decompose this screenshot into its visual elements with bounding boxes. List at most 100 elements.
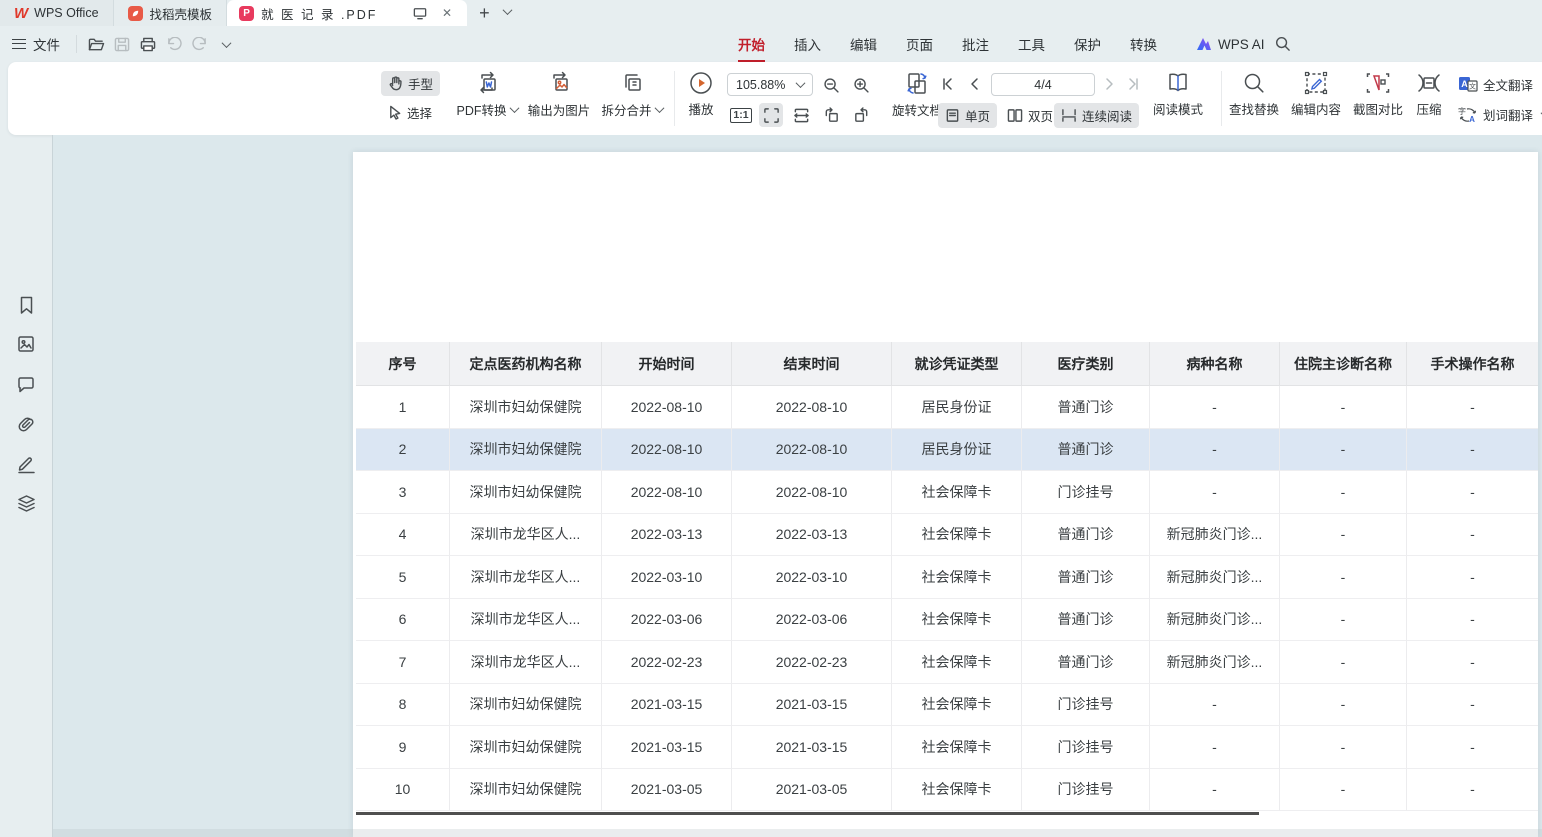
undo-button[interactable] [161, 31, 187, 57]
next-page-button[interactable] [1099, 73, 1121, 95]
play-label: 播放 [688, 99, 713, 118]
table-row: 4 深圳市龙华区人... 2022-03-13 2022-03-13 社会保障卡… [356, 514, 1538, 557]
layers-panel-icon[interactable] [13, 490, 39, 516]
open-file-button[interactable] [83, 31, 109, 57]
tab-wps-home[interactable]: W WPS Office [0, 0, 114, 26]
table-header-row: 序号 定点医药机构名称 开始时间 结束时间 就诊凭证类型 医疗类别 病种名称 住… [356, 342, 1538, 386]
tab-edit[interactable]: 编辑 [850, 27, 877, 62]
tab-protect[interactable]: 保护 [1074, 27, 1101, 62]
table-cell: 社会保障卡 [892, 471, 1022, 514]
pdf-convert-button[interactable]: PDF转换 [451, 71, 523, 119]
document-canvas[interactable]: 序号 定点医药机构名称 开始时间 结束时间 就诊凭证类型 医疗类别 病种名称 住… [52, 135, 1542, 837]
wps-ai-button[interactable]: WPS AI [1196, 37, 1265, 52]
table-cell: - [1407, 429, 1538, 472]
tab-tools[interactable]: 工具 [1018, 27, 1045, 62]
word-translate-button[interactable]: 字A 划词翻译 [1458, 105, 1542, 124]
screenshot-compare-label: 截图对比 [1353, 99, 1403, 118]
table-cell: 深圳市妇幼保健院 [450, 471, 602, 514]
find-replace-button[interactable]: 查找替换 [1224, 71, 1284, 118]
edit-content-button[interactable]: 编辑内容 [1286, 71, 1346, 118]
file-menu-button[interactable]: 文件 [0, 34, 70, 54]
pdf-convert-label: PDF转换 [456, 100, 506, 119]
read-mode-button[interactable]: 阅读模式 [1146, 71, 1210, 118]
edit-content-icon [1303, 71, 1329, 95]
redo-button[interactable] [187, 31, 213, 57]
first-page-button[interactable] [936, 73, 958, 95]
zoom-in-button[interactable] [849, 73, 873, 97]
fit-page-button[interactable] [759, 103, 783, 127]
signature-panel-icon[interactable] [13, 451, 39, 477]
rotate-left-button[interactable] [819, 103, 843, 127]
thumbnails-panel-icon[interactable] [13, 331, 39, 357]
tab-document-active[interactable]: P 就 医 记 录 .PDF ✕ [227, 0, 467, 26]
save-button[interactable] [109, 31, 135, 57]
zoom-out-button[interactable] [819, 73, 843, 97]
play-slideshow-button[interactable]: 播放 [676, 71, 726, 118]
tab-comment[interactable]: 批注 [962, 27, 989, 62]
tab-label: WPS Office [34, 6, 98, 20]
table-cell: - [1280, 556, 1407, 599]
export-as-image-button[interactable]: 输出为图片 [523, 71, 595, 119]
table-cell: 10 [356, 769, 450, 812]
split-merge-icon [619, 71, 645, 96]
full-text-translate-button[interactable]: A文 全文翻译 [1458, 75, 1533, 94]
compress-icon [1416, 71, 1442, 95]
table-cell: 门诊挂号 [1022, 471, 1150, 514]
table-cell: - [1407, 556, 1538, 599]
table-cell: 2022-03-13 [602, 514, 732, 557]
bookmarks-panel-icon[interactable] [13, 292, 39, 318]
print-button[interactable] [135, 31, 161, 57]
rotate-right-button[interactable] [849, 103, 873, 127]
menubar-separator [76, 35, 77, 53]
select-tool-button[interactable]: 选择 [381, 100, 439, 125]
continuous-read-icon [1061, 108, 1077, 123]
table-cell: 2022-08-10 [732, 386, 892, 429]
svg-text:A: A [1469, 115, 1475, 124]
tab-insert[interactable]: 插入 [794, 27, 821, 62]
more-actions-chevron-icon[interactable] [213, 31, 239, 57]
table-cell: - [1280, 726, 1407, 769]
single-page-icon [945, 108, 960, 123]
previous-page-button[interactable] [963, 73, 985, 95]
attachments-panel-icon[interactable] [13, 411, 39, 437]
table-cell: - [1407, 726, 1538, 769]
tab-docer-templates[interactable]: 找稻壳模板 [114, 0, 228, 26]
tab-list-chevron-icon[interactable] [502, 5, 512, 15]
table-cell: 1 [356, 386, 450, 429]
table-cell: - [1150, 769, 1280, 812]
hand-tool-button[interactable]: 手型 [381, 71, 440, 96]
medical-records-table: 序号 定点医药机构名称 开始时间 结束时间 就诊凭证类型 医疗类别 病种名称 住… [356, 342, 1538, 811]
table-row: 10 深圳市妇幼保健院 2021-03-05 2021-03-05 社会保障卡 … [356, 769, 1538, 812]
continuous-read-button[interactable]: 连续阅读 [1054, 103, 1139, 128]
last-page-button[interactable] [1123, 73, 1145, 95]
present-to-screen-icon[interactable] [410, 0, 430, 26]
single-page-button[interactable]: 单页 [938, 103, 997, 128]
close-tab-icon[interactable]: ✕ [437, 0, 457, 26]
table-cell: - [1280, 641, 1407, 684]
chevron-down-icon [509, 103, 519, 113]
comments-panel-icon[interactable] [13, 371, 39, 397]
screenshot-compare-button[interactable]: 截图对比 [1348, 71, 1408, 118]
tab-label: 找稻壳模板 [150, 4, 213, 23]
table-header-cell: 病种名称 [1150, 342, 1280, 386]
page-number-input[interactable]: 4/4 [991, 73, 1095, 96]
table-cell: 深圳市妇幼保健院 [450, 429, 602, 472]
horizontal-scrollbar[interactable] [53, 829, 1542, 837]
table-cell: - [1407, 599, 1538, 642]
zoom-level-select[interactable]: 105.88% [727, 73, 813, 96]
tab-home[interactable]: 开始 [738, 27, 765, 62]
table-cell: - [1407, 514, 1538, 557]
new-tab-icon[interactable]: + [479, 4, 490, 22]
table-cell: 新冠肺炎门诊... [1150, 599, 1280, 642]
global-search-icon[interactable] [1270, 31, 1296, 57]
compress-button[interactable]: 压缩 [1406, 71, 1452, 118]
tab-page[interactable]: 页面 [906, 27, 933, 62]
split-merge-button[interactable]: 拆分合并 [597, 71, 667, 119]
table-cell: 新冠肺炎门诊... [1150, 641, 1280, 684]
tab-convert[interactable]: 转换 [1130, 27, 1157, 62]
fit-width-button[interactable] [789, 103, 813, 127]
table-cell: 深圳市妇幼保健院 [450, 726, 602, 769]
rotate-document-icon [904, 71, 930, 96]
table-cell: 居民身份证 [892, 386, 1022, 429]
actual-size-button[interactable]: 1:1 [729, 103, 753, 127]
